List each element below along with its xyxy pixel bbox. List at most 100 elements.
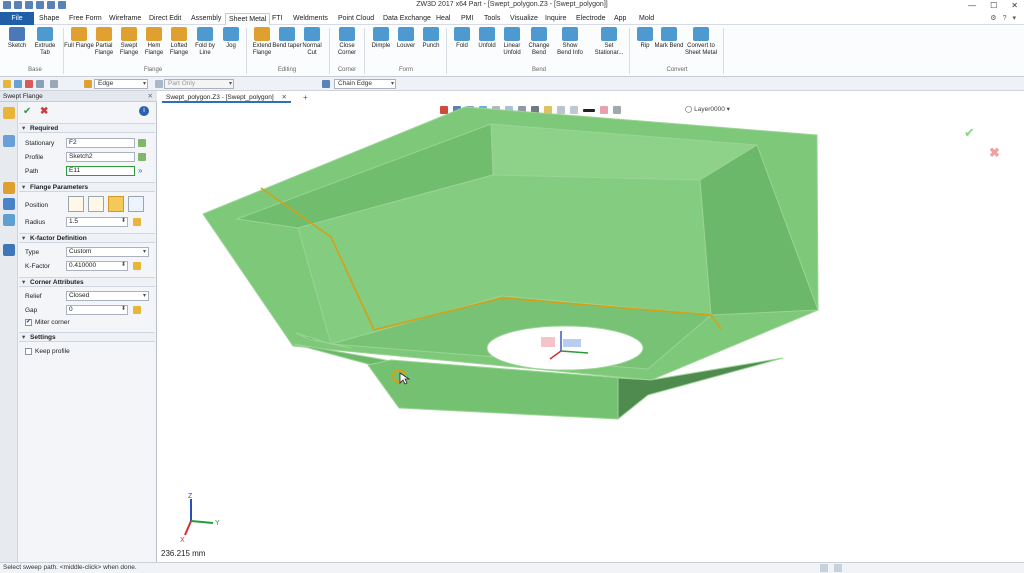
history-icon[interactable] [3,135,15,147]
position-option-2-icon[interactable] [88,196,104,212]
minimize-icon[interactable]: — [968,1,976,10]
convert-to-sheet-metal-button[interactable]: Convert to Sheet Metal [682,27,720,57]
profile-field[interactable]: Sketch2 [66,152,135,162]
change-bend-button[interactable]: Change Bend [524,27,554,57]
ok-check-icon[interactable]: ✔ [23,106,31,117]
feature-icon[interactable] [3,107,15,119]
section-settings[interactable]: Settings [19,332,155,342]
tab-free-form[interactable]: Free Form [66,13,105,25]
radius-field[interactable]: 1.5 [66,217,128,227]
close-icon[interactable]: ✕ [1011,1,1018,10]
status-panel-icon[interactable] [834,564,842,572]
panel-sidebar [0,102,18,562]
tab-mold[interactable]: Mold [636,13,657,25]
section-required[interactable]: Required [19,123,155,133]
radius-measure-icon[interactable] [133,218,141,226]
tab-app[interactable]: App [611,13,629,25]
kfactor-measure-icon[interactable] [133,262,141,270]
pick-filter-icon[interactable] [14,80,22,88]
section-corner-attributes[interactable]: Corner Attributes [19,277,155,287]
path-field[interactable]: E11 [66,166,135,176]
part-scope-combo[interactable]: Part Only ▾ [164,79,234,89]
type-select[interactable]: Custom ▾ [66,247,149,257]
mark-bend-button[interactable]: Mark Bend [654,27,684,50]
kfactor-field[interactable]: 0.410000 [66,261,128,271]
tab-assembly[interactable]: Assembly [188,13,224,25]
svg-text:X: X [180,537,185,544]
set-stationary-button[interactable]: Set Stationar... [591,27,627,57]
tab-wireframe[interactable]: Wireframe [106,13,144,25]
convert-sheet-metal-icon [693,27,709,41]
stationary-pick-icon[interactable] [138,139,146,147]
select-icon[interactable] [3,80,11,88]
panel-close-icon[interactable]: ✕ [148,91,153,102]
settings-icon[interactable]: ⚙ [990,14,996,22]
radius-spinner-icon[interactable]: ⬍ [121,217,126,224]
kfactor-spinner-icon[interactable]: ⬍ [121,261,126,268]
help-icon[interactable]: ? [1003,15,1007,22]
part-icon[interactable] [155,80,163,88]
punch-button[interactable]: Punch [416,27,446,50]
close-corner-button[interactable]: Close Corner [332,27,362,57]
gap-spinner-icon[interactable]: ⬍ [121,305,126,312]
snap-icon[interactable] [50,80,58,88]
chain-combo[interactable]: Chain Edge ▾ [334,79,396,89]
ribbon-toggle-icon[interactable]: ▾ [1012,14,1016,22]
rip-icon [637,27,653,41]
jog-button[interactable]: Jog [216,27,246,50]
file-menu[interactable]: File [0,12,34,25]
remove-icon[interactable] [25,80,33,88]
tab-weldments[interactable]: Weldments [290,13,331,25]
tab-shape[interactable]: Shape [36,13,62,25]
position-option-1-icon[interactable] [68,196,84,212]
normal-cut-button[interactable]: Normal Cut [297,27,327,57]
path-expand-icon[interactable]: » [138,166,142,175]
close-corner-icon [339,27,355,41]
info-icon[interactable]: i [139,106,149,116]
part-model[interactable]: Z Y X [158,91,1024,562]
gap-label: Gap [25,307,38,314]
keep-profile-checkbox[interactable] [25,348,32,355]
group-bend: Bend [531,67,546,73]
maximize-icon[interactable]: ☐ [990,1,997,10]
tab-data-exchange[interactable]: Data Exchange [380,13,434,25]
layers-icon[interactable] [3,198,15,210]
miter-corner-checkbox[interactable]: ✔ [25,319,32,326]
linear-unfold-button[interactable]: Linear Unfold [497,27,527,57]
filter-combo[interactable]: Edge ▾ [94,79,148,89]
stationary-field[interactable]: F2 [66,138,135,148]
tab-direct-edit[interactable]: Direct Edit [146,13,184,25]
gap-measure-icon[interactable] [133,306,141,314]
cancel-x-icon[interactable]: ✖ [40,106,48,117]
fold-icon [454,27,470,41]
tab-visualize[interactable]: Visualize [507,13,541,25]
sketch-button[interactable]: Sketch [2,27,32,50]
filter-icon[interactable] [84,80,92,88]
graphics-viewport[interactable]: Swept_polygon.Z3 - [Swept_polygon] ✕ + ◯… [158,91,1024,562]
grid-icon[interactable] [36,80,44,88]
gap-field[interactable]: 0 [66,305,128,315]
status-view-icon[interactable] [820,564,828,572]
tab-point-cloud[interactable]: Point Cloud [335,13,377,25]
extrude-tab-button[interactable]: Extrude Tab [30,27,60,57]
position-option-4-icon[interactable] [128,196,144,212]
hem-flange-icon [146,27,162,41]
profile-pick-icon[interactable] [138,153,146,161]
tab-fti[interactable]: FTI [269,13,286,25]
section-flange-parameters[interactable]: Flange Parameters [19,182,155,192]
tab-pmi[interactable]: PMI [458,13,476,25]
tab-electrode[interactable]: Electrode [573,13,609,25]
section-kfactor[interactable]: K-factor Definition [19,233,155,243]
show-bend-info-button[interactable]: Show Bend Info [555,27,585,57]
tab-inquire[interactable]: Inquire [542,13,569,25]
attributes-icon[interactable] [3,244,15,256]
tab-sheet-metal[interactable]: Sheet Metal [225,13,271,25]
view-manager-icon[interactable] [3,214,15,226]
tab-tools[interactable]: Tools [481,13,503,25]
chain-icon[interactable] [322,80,330,88]
linear-unfold-icon [504,27,520,41]
part-tree-icon[interactable] [3,182,15,194]
tab-heal[interactable]: Heal [433,13,453,25]
position-option-3-icon[interactable] [108,196,124,212]
relief-select[interactable]: Closed ▾ [66,291,149,301]
